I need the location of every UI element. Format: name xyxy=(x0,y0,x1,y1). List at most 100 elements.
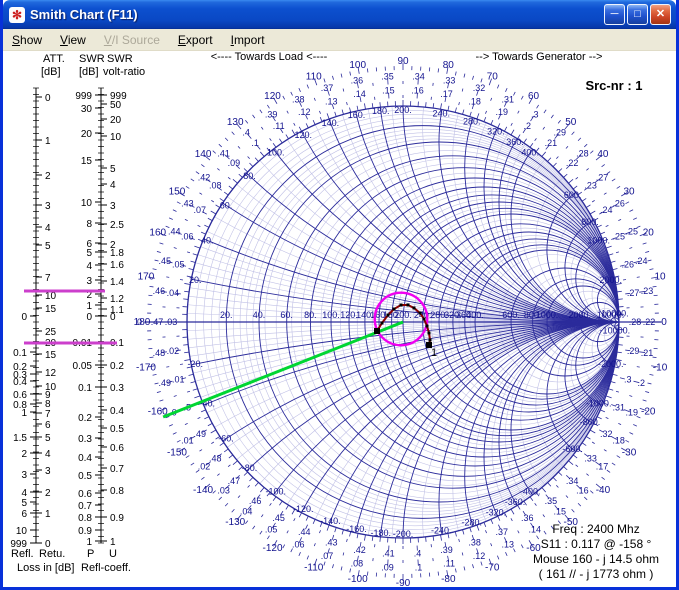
source-number-label: Src-nr : 1 xyxy=(553,78,675,93)
svg-text:.43: .43 xyxy=(325,538,338,548)
svg-text:0.05: 0.05 xyxy=(73,361,93,372)
svg-text:.29: .29 xyxy=(627,346,640,356)
menu-item-view[interactable]: View xyxy=(51,31,95,49)
svg-text:60.: 60. xyxy=(220,200,233,210)
menu-item-import[interactable]: Import xyxy=(222,31,274,49)
svg-text:-100.: -100. xyxy=(266,487,287,497)
readout-panel: Freq : 2400 Mhz S11 : 0.117 @ -158 ° Mou… xyxy=(513,522,679,582)
svg-text:.09: .09 xyxy=(381,563,394,573)
svg-text:.1: .1 xyxy=(415,563,423,573)
svg-text:320.: 320. xyxy=(487,126,505,136)
mouse-impedance-readout: Mouse 160 - j 14.5 ohm xyxy=(513,552,679,567)
maximize-button[interactable]: □ xyxy=(627,4,648,25)
svg-text:-110: -110 xyxy=(304,562,324,573)
towards-generator-label: --> Towards Generator --> xyxy=(451,51,627,63)
svg-text:120: 120 xyxy=(264,91,281,102)
svg-text:.38: .38 xyxy=(292,94,305,104)
trace-point-marker xyxy=(393,308,396,311)
svg-text:160.: 160. xyxy=(348,110,366,120)
svg-text:30: 30 xyxy=(81,104,93,115)
svg-text:10000.: 10000. xyxy=(601,309,629,319)
svg-text:8: 8 xyxy=(86,219,92,230)
svg-text:0.7: 0.7 xyxy=(110,464,124,475)
menu-item-export[interactable]: Export xyxy=(169,31,222,49)
svg-text:-10: -10 xyxy=(653,362,668,373)
svg-text:.18: .18 xyxy=(468,96,481,106)
svg-text:[dB]: [dB] xyxy=(41,66,61,78)
svg-text:.08: .08 xyxy=(351,559,364,569)
title-bar[interactable]: ✻ Smith Chart (F11) ─ □ ✕ xyxy=(3,0,676,29)
svg-text:-180.: -180. xyxy=(370,528,391,538)
svg-text:0.8: 0.8 xyxy=(110,486,124,497)
svg-text:-120: -120 xyxy=(262,543,282,554)
svg-text:.23: .23 xyxy=(584,181,597,191)
svg-text:-160.: -160. xyxy=(346,524,367,534)
svg-text:.14: .14 xyxy=(353,89,366,99)
svg-text:20.: 20. xyxy=(220,310,233,320)
trace-point-marker xyxy=(387,314,390,317)
svg-text:6: 6 xyxy=(45,420,51,431)
app-window: ✻ Smith Chart (F11) ─ □ ✕ ShowViewV/I So… xyxy=(0,0,679,590)
svg-text:-320.: -320. xyxy=(486,508,507,518)
svg-text:40.: 40. xyxy=(201,235,214,245)
svg-text:0: 0 xyxy=(110,312,116,323)
svg-text:1: 1 xyxy=(86,301,92,312)
svg-text:0.3: 0.3 xyxy=(78,434,92,445)
svg-text:.46: .46 xyxy=(249,496,262,506)
svg-text:.31: .31 xyxy=(501,94,514,104)
svg-text:240.: 240. xyxy=(432,108,450,118)
svg-text:.37: .37 xyxy=(496,527,509,537)
svg-text:2: 2 xyxy=(45,171,51,182)
svg-text:-30: -30 xyxy=(622,448,637,459)
svg-text:80.: 80. xyxy=(304,310,317,320)
svg-text:-800.: -800. xyxy=(580,417,601,427)
svg-text:.06: .06 xyxy=(292,540,305,550)
svg-text:1.4: 1.4 xyxy=(110,277,124,288)
svg-text:.32: .32 xyxy=(473,83,486,93)
svg-text:20.: 20. xyxy=(189,275,202,285)
svg-text:10: 10 xyxy=(45,291,57,302)
trace-point-marker xyxy=(400,304,403,307)
svg-text:999: 999 xyxy=(75,91,92,102)
svg-text:.48: .48 xyxy=(209,453,222,463)
svg-text:.01: .01 xyxy=(181,436,194,446)
svg-text:.39: .39 xyxy=(265,109,278,119)
svg-text:400.: 400. xyxy=(466,310,484,320)
svg-text:.06: .06 xyxy=(181,232,194,242)
menu-item-show[interactable]: Show xyxy=(3,31,51,49)
svg-text:20: 20 xyxy=(81,129,93,140)
svg-text:.1: .1 xyxy=(251,138,259,148)
svg-text:1.2: 1.2 xyxy=(110,294,124,305)
svg-text:.02: .02 xyxy=(167,346,180,356)
svg-text:.3: .3 xyxy=(624,375,632,385)
svg-text:3: 3 xyxy=(45,466,51,477)
svg-text:7: 7 xyxy=(45,273,51,284)
svg-text:.22: .22 xyxy=(643,317,656,327)
svg-text:60.: 60. xyxy=(280,310,293,320)
svg-text:.27: .27 xyxy=(596,172,609,182)
svg-text:-600.: -600. xyxy=(562,444,583,454)
svg-text:-20.: -20. xyxy=(187,359,203,369)
svg-text:.28: .28 xyxy=(576,149,589,159)
svg-text:.45: .45 xyxy=(272,513,285,523)
svg-text:.41: .41 xyxy=(382,549,395,559)
svg-text:[dB]: [dB] xyxy=(79,66,99,78)
close-button[interactable]: ✕ xyxy=(650,4,671,25)
svg-text:5: 5 xyxy=(45,241,51,252)
svg-text:-80: -80 xyxy=(441,574,456,585)
svg-text:110: 110 xyxy=(306,72,322,83)
svg-text:.3: .3 xyxy=(531,109,539,119)
minimize-button[interactable]: ─ xyxy=(604,4,625,25)
trace-point-marker xyxy=(413,307,416,310)
svg-text:0.8: 0.8 xyxy=(78,513,92,524)
menu-item-vi-source[interactable]: V/I Source xyxy=(95,31,169,49)
svg-text:.48: .48 xyxy=(153,348,166,358)
svg-text:.45: .45 xyxy=(158,256,171,266)
svg-text:.03: .03 xyxy=(165,317,178,327)
svg-text:-400.: -400. xyxy=(520,487,541,497)
svg-text:400.: 400. xyxy=(521,147,539,157)
svg-text:.44: .44 xyxy=(298,527,311,537)
svg-text:.37: .37 xyxy=(321,83,334,93)
svg-text:1.5: 1.5 xyxy=(13,433,27,444)
mouse-impedance-parallel-readout: ( 161 // - j 1773 ohm ) xyxy=(513,567,679,582)
